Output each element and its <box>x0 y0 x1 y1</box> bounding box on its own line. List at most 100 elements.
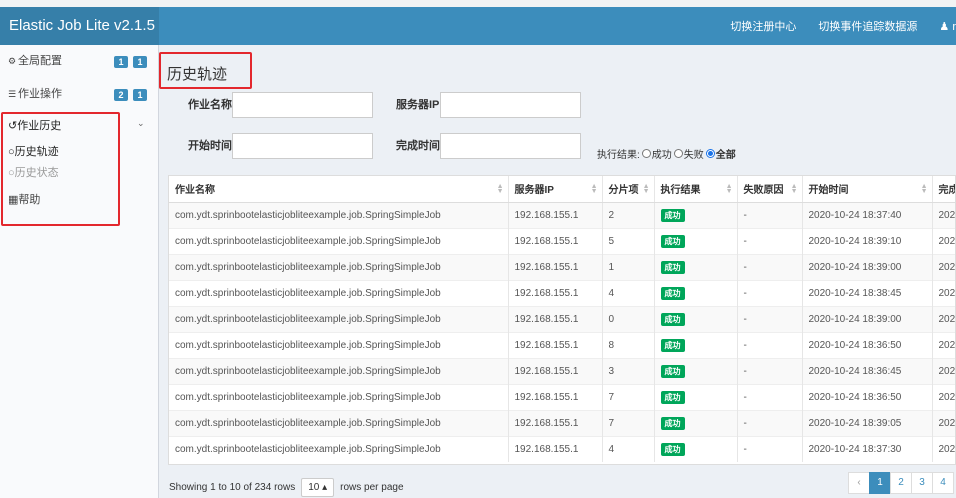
column-header[interactable]: 分片项 ▲ ▼ <box>602 176 655 203</box>
sort-icon: ▲ ▼ <box>590 183 598 195</box>
job-name-cell: com.ydt.sprinbootelasticjobliteexample.j… <box>169 227 509 254</box>
table-row[interactable]: com.ydt.sprinbootelasticjobliteexample.j… <box>169 279 955 306</box>
status-badge: 成功 <box>660 442 685 456</box>
shard-cell: 5 <box>602 227 655 254</box>
sort-icon: ▲ ▼ <box>920 183 928 195</box>
table-row[interactable]: com.ydt.sprinbootelasticjobliteexample.j… <box>169 383 955 410</box>
page-size-dropdown[interactable]: 10 ▴ <box>301 478 335 497</box>
sidebar-item-job-ops[interactable]: ☰ 作业操作 2 1 <box>0 78 158 111</box>
end-time-input[interactable] <box>440 133 581 159</box>
result-cell: 成功 <box>654 331 738 358</box>
column-header-label: 开始时间 <box>808 185 849 197</box>
fail-reason-cell: - <box>737 201 803 228</box>
pagination-info: Showing 1 to 10 of 234 rows 10 ▴ rows pe… <box>169 478 404 497</box>
page-title: 历史轨迹 <box>167 66 228 83</box>
column-header[interactable]: 执行结果 ▲ ▼ <box>654 176 738 203</box>
start-time-input[interactable] <box>232 133 373 159</box>
sidebar-subitem-history-status[interactable]: ○历史状态 <box>8 164 59 180</box>
table-row[interactable]: com.ydt.sprinbootelasticjobliteexample.j… <box>169 409 955 436</box>
prev-page-button[interactable]: ‹ <box>848 472 870 494</box>
shard-cell: 7 <box>602 383 655 410</box>
end-time-cell: 2020 <box>932 331 955 358</box>
end-time-cell: 2020 <box>932 227 955 254</box>
shard-cell: 7 <box>602 409 655 436</box>
sidebar-subitem-history-trace[interactable]: ○历史轨迹 <box>8 143 59 159</box>
radio-failure[interactable] <box>673 149 683 158</box>
radio-label: 全部 <box>715 150 736 161</box>
start-time-cell: 2020-10-24 18:39:10 <box>802 227 933 254</box>
history-icon: ↺ <box>8 120 18 132</box>
result-cell: 成功 <box>654 383 738 410</box>
end-time-cell: 2020 <box>932 305 955 332</box>
end-time-cell: 2020 <box>932 409 955 436</box>
start-time-cell: 2020-10-24 18:36:50 <box>802 331 933 358</box>
result-filter: 执行结果: 成功 失败 全部 <box>597 146 736 161</box>
column-header-label: 失败原因 <box>743 185 784 197</box>
table-row[interactable]: com.ydt.sprinbootelasticjobliteexample.j… <box>169 357 955 384</box>
job-name-input[interactable] <box>232 92 373 118</box>
sidebar-item-help[interactable]: ▦帮助 <box>8 191 40 207</box>
switch-datasource-link[interactable]: 切换事件追踪数据源 <box>818 18 917 34</box>
shard-cell: 4 <box>602 279 655 306</box>
job-name-cell: com.ydt.sprinbootelasticjobliteexample.j… <box>169 201 509 228</box>
table-row[interactable]: com.ydt.sprinbootelasticjobliteexample.j… <box>169 305 955 332</box>
switch-registry-link[interactable]: 切换注册中心 <box>730 18 796 34</box>
status-badge: 成功 <box>660 312 685 326</box>
column-header-label: 完成时间 <box>938 185 956 197</box>
fail-reason-cell: - <box>737 227 803 254</box>
app-title[interactable]: Elastic Job Lite v2.1.5 <box>0 7 159 45</box>
fail-reason-cell: - <box>737 253 803 280</box>
pagination: ‹ 1 2 3 4 <box>848 472 954 494</box>
result-cell: 成功 <box>654 357 738 384</box>
result-cell: 成功 <box>654 253 738 280</box>
server-ip-input[interactable] <box>440 92 581 118</box>
page-button[interactable]: 3 <box>911 472 933 494</box>
radio-label: 失败 <box>683 150 704 161</box>
result-cell: 成功 <box>654 435 738 462</box>
fail-reason-cell: - <box>737 279 803 306</box>
job-name-cell: com.ydt.sprinbootelasticjobliteexample.j… <box>169 253 509 280</box>
page-button[interactable]: 4 <box>932 472 954 494</box>
radio-success[interactable] <box>641 149 651 158</box>
radio-all[interactable] <box>705 149 715 158</box>
start-time-cell: 2020-10-24 18:37:30 <box>802 435 933 462</box>
server-ip-label: 服务器IP <box>396 99 440 111</box>
result-cell: 成功 <box>654 305 738 332</box>
column-header[interactable]: 开始时间 ▲ ▼ <box>802 176 933 203</box>
table-row[interactable]: com.ydt.sprinbootelasticjobliteexample.j… <box>169 435 955 462</box>
table-header-row: 作业名称 ▲ ▼ 服务器IP ▲ ▼ 分片项 ▲ ▼ 执行结果 ▲ ▼ 失败原因 ▲ ▼ 开始时间 ▲… <box>169 176 956 203</box>
start-time-cell: 2020-10-24 18:39:00 <box>802 305 933 332</box>
sidebar-item-job-history[interactable]: ↺作业历史 <box>8 117 61 133</box>
table-row[interactable]: com.ydt.sprinbootelasticjobliteexample.j… <box>169 331 955 358</box>
server-ip-cell: 192.168.155.1 <box>508 331 603 358</box>
job-name-cell: com.ydt.sprinbootelasticjobliteexample.j… <box>169 357 509 384</box>
sidebar-item-label: 全局配置 <box>18 55 62 67</box>
shard-cell: 2 <box>602 201 655 228</box>
sidebar-item-label: 帮助 <box>18 194 41 206</box>
sidebar-item-global-config[interactable]: ⚙ 全局配置 1 1 <box>0 45 158 78</box>
column-header[interactable]: 作业名称 ▲ ▼ <box>169 176 509 203</box>
chevron-down-icon[interactable]: ⌄ <box>137 118 145 129</box>
circle-icon: ○ <box>8 167 15 179</box>
table-row[interactable]: com.ydt.sprinbootelasticjobliteexample.j… <box>169 227 955 254</box>
sidebar-item-label: 作业历史 <box>17 120 62 132</box>
radio-label: 成功 <box>651 150 672 161</box>
column-header[interactable]: 完成时间 <box>932 176 956 203</box>
result-cell: 成功 <box>654 409 738 436</box>
page-button[interactable]: 1 <box>869 472 891 494</box>
fail-reason-cell: - <box>737 305 803 332</box>
table-row[interactable]: com.ydt.sprinbootelasticjobliteexample.j… <box>169 201 955 228</box>
user-label: r <box>952 20 956 33</box>
end-time-cell: 2020 <box>932 201 955 228</box>
column-header[interactable]: 失败原因 ▲ ▼ <box>737 176 803 203</box>
top-navbar: Elastic Job Lite v2.1.5 切换注册中心 切换事件追踪数据源… <box>0 7 956 45</box>
fail-reason-cell: - <box>737 409 803 436</box>
page-button[interactable]: 2 <box>890 472 912 494</box>
user-menu[interactable]: ♟ r <box>939 20 956 33</box>
server-ip-cell: 192.168.155.1 <box>508 305 603 332</box>
table-row[interactable]: com.ydt.sprinbootelasticjobliteexample.j… <box>169 253 955 280</box>
job-name-cell: com.ydt.sprinbootelasticjobliteexample.j… <box>169 331 509 358</box>
column-header-label: 分片项 <box>608 185 639 197</box>
column-header[interactable]: 服务器IP ▲ ▼ <box>508 176 603 203</box>
server-ip-cell: 192.168.155.1 <box>508 279 603 306</box>
